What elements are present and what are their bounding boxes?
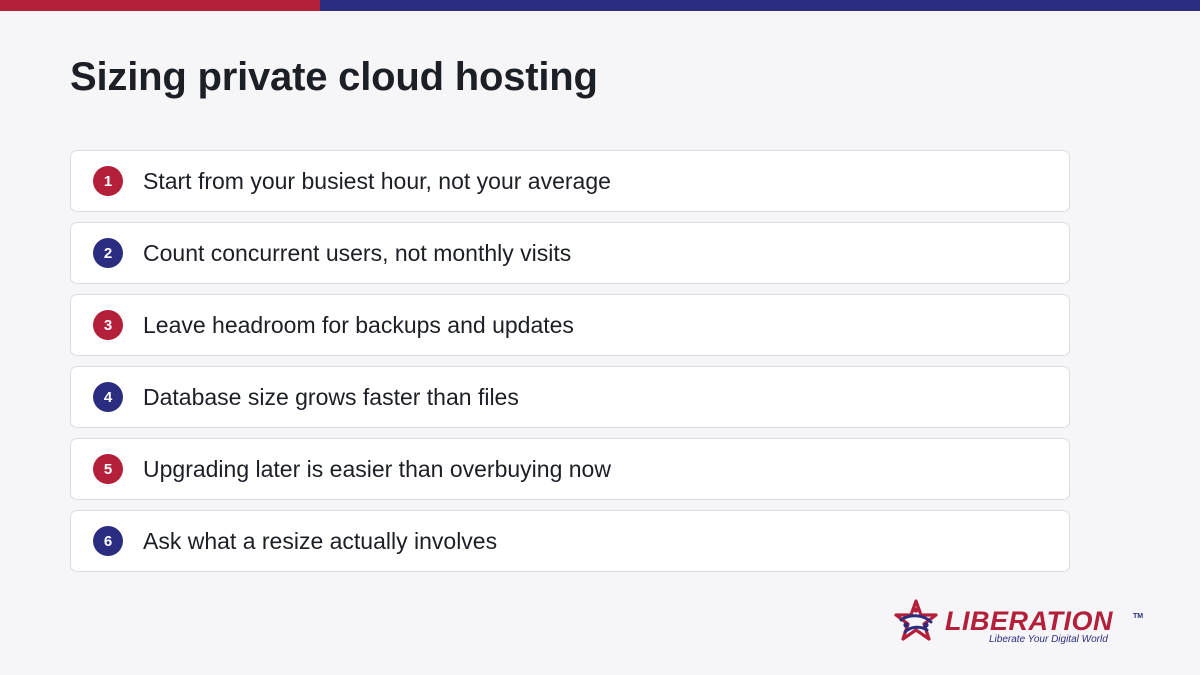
number-badge: 1 xyxy=(93,166,123,196)
list-item-text: Upgrading later is easier than overbuyin… xyxy=(143,455,611,482)
list-item: 2 Count concurrent users, not monthly vi… xyxy=(70,222,1070,284)
top-accent-bar-blue xyxy=(320,0,1200,11)
list-item: 4 Database size grows faster than files xyxy=(70,366,1070,428)
list-item: 5 Upgrading later is easier than overbuy… xyxy=(70,438,1070,500)
top-accent-bar-red xyxy=(0,0,320,11)
list-item-text: Database size grows faster than files xyxy=(143,383,519,410)
list-item: 6 Ask what a resize actually involves xyxy=(70,510,1070,572)
number-badge: 6 xyxy=(93,526,123,556)
list-item-text: Start from your busiest hour, not your a… xyxy=(143,167,611,194)
top-accent-bar xyxy=(0,0,1200,11)
number-badge: 3 xyxy=(93,310,123,340)
brand-tagline: Liberate Your Digital World xyxy=(989,634,1108,645)
page-title: Sizing private cloud hosting xyxy=(70,55,598,99)
list-item: 3 Leave headroom for backups and updates xyxy=(70,294,1070,356)
list-item-text: Leave headroom for backups and updates xyxy=(143,311,574,338)
number-badge: 2 xyxy=(93,238,123,268)
list-item-text: Count concurrent users, not monthly visi… xyxy=(143,239,572,266)
brand-name: LIBERATION xyxy=(945,606,1113,636)
trademark-mark: TM xyxy=(1133,613,1144,620)
brand-logo: LIBERATION TM Liberate Your Digital Worl… xyxy=(893,598,1153,648)
number-badge: 5 xyxy=(93,454,123,484)
number-badge: 4 xyxy=(93,382,123,412)
tips-list: 1 Start from your busiest hour, not your… xyxy=(70,150,1070,582)
list-item-text: Ask what a resize actually involves xyxy=(143,527,498,554)
list-item: 1 Start from your busiest hour, not your… xyxy=(70,150,1070,212)
star-logo-icon xyxy=(894,599,938,641)
